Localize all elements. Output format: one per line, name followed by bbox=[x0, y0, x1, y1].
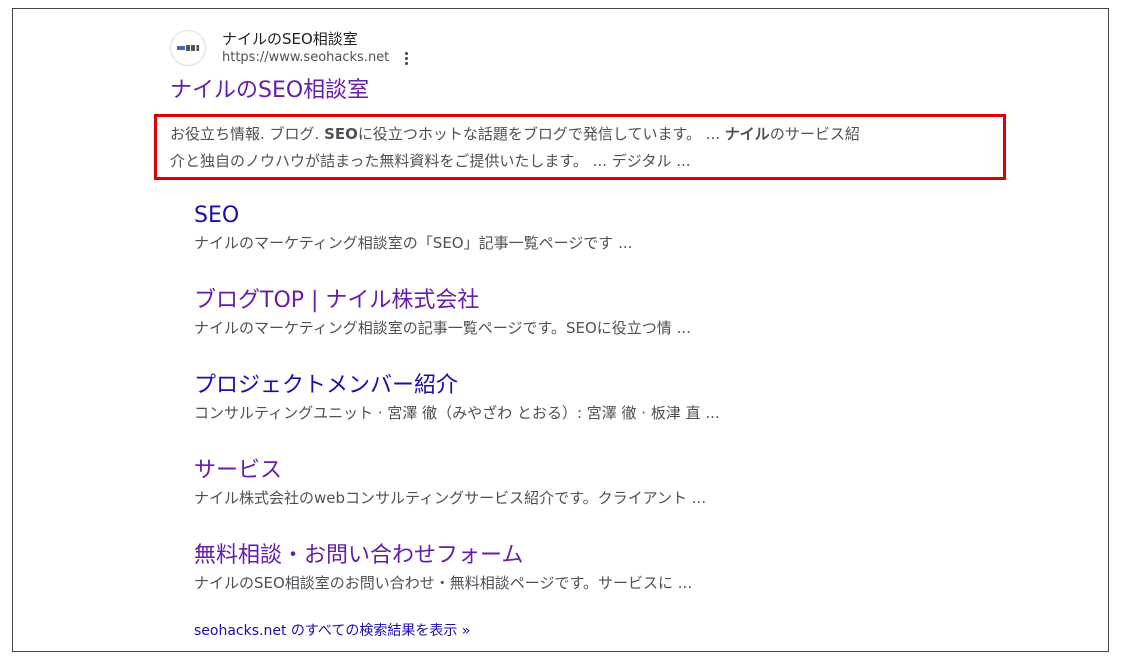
snippet-bold-nile: ナイル bbox=[724, 125, 770, 143]
sitelink-seo: SEO ナイルのマーケティング相談室の「SEO」記事一覧ページです ... bbox=[194, 202, 994, 287]
result-title-link[interactable]: ナイルのSEO相談室 bbox=[170, 76, 1050, 106]
more-options-icon[interactable] bbox=[405, 51, 409, 65]
sitelinks: SEO ナイルのマーケティング相談室の「SEO」記事一覧ページです ... ブロ… bbox=[194, 202, 994, 627]
result-snippet: お役立ち情報. ブログ. SEOに役立つホットな話題をブログで発信しています。 … bbox=[170, 121, 1010, 175]
snippet-text-3: のサービス紹 bbox=[769, 125, 860, 143]
sitelink-service: サービス ナイル株式会社のwebコンサルティングサービス紹介です。クライアント … bbox=[194, 457, 994, 542]
sitelink-blog-top: ブログTOP | ナイル株式会社 ナイルのマーケティング相談室の記事一覧ページで… bbox=[194, 287, 994, 372]
snippet-text-2: に役立つホットな話題をブログで発信しています。 ... bbox=[357, 125, 725, 143]
all-results-link[interactable]: seohacks.net のすべての検索結果を表示 » bbox=[194, 620, 470, 640]
sitelink-contact-form: 無料相談・お問い合わせフォーム ナイルのSEO相談室のお問い合わせ・無料相談ペー… bbox=[194, 542, 994, 627]
sitelink-title[interactable]: プロジェクトメンバー紹介 bbox=[194, 372, 994, 400]
sitelink-desc: ナイルのSEO相談室のお問い合わせ・無料相談ページです。サービスに ... bbox=[194, 574, 693, 592]
sitelink-title[interactable]: サービス bbox=[194, 457, 994, 485]
snippet-text-1: お役立ち情報. ブログ. bbox=[170, 125, 325, 143]
sitelink-title[interactable]: ブログTOP | ナイル株式会社 bbox=[194, 287, 994, 315]
snippet-text-line2: 介と独自のノウハウが詰まった無料資料をご提供いたします。 ... デジタル ..… bbox=[170, 152, 691, 170]
seohacks-logo-icon bbox=[177, 43, 199, 53]
site-name: ナイルのSEO相談室 bbox=[222, 30, 358, 48]
sitelink-title[interactable]: SEO bbox=[194, 202, 994, 230]
site-favicon bbox=[170, 30, 206, 66]
site-url: https://www.seohacks.net bbox=[222, 49, 409, 67]
sitelink-desc: ナイルのマーケティング相談室の記事一覧ページです。SEOに役立つ情 ... bbox=[194, 319, 691, 337]
search-result: ナイルのSEO相談室 https://www.seohacks.net ナイルの… bbox=[154, 24, 1050, 639]
site-header[interactable]: ナイルのSEO相談室 https://www.seohacks.net bbox=[170, 24, 1050, 72]
snippet-bold-seo: SEO bbox=[324, 125, 358, 143]
sitelink-desc: ナイルのマーケティング相談室の「SEO」記事一覧ページです ... bbox=[194, 234, 633, 252]
sitelink-project-members: プロジェクトメンバー紹介 コンサルティングユニット · 宮澤 徹（みやざわ とお… bbox=[194, 372, 994, 457]
sitelink-desc: コンサルティングユニット · 宮澤 徹（みやざわ とおる）: 宮澤 徹 · 板津… bbox=[194, 404, 720, 422]
sitelink-desc: ナイル株式会社のwebコンサルティングサービス紹介です。クライアント ... bbox=[194, 489, 707, 507]
site-url-text: https://www.seohacks.net bbox=[222, 50, 390, 65]
sitelink-title[interactable]: 無料相談・お問い合わせフォーム bbox=[194, 542, 994, 570]
